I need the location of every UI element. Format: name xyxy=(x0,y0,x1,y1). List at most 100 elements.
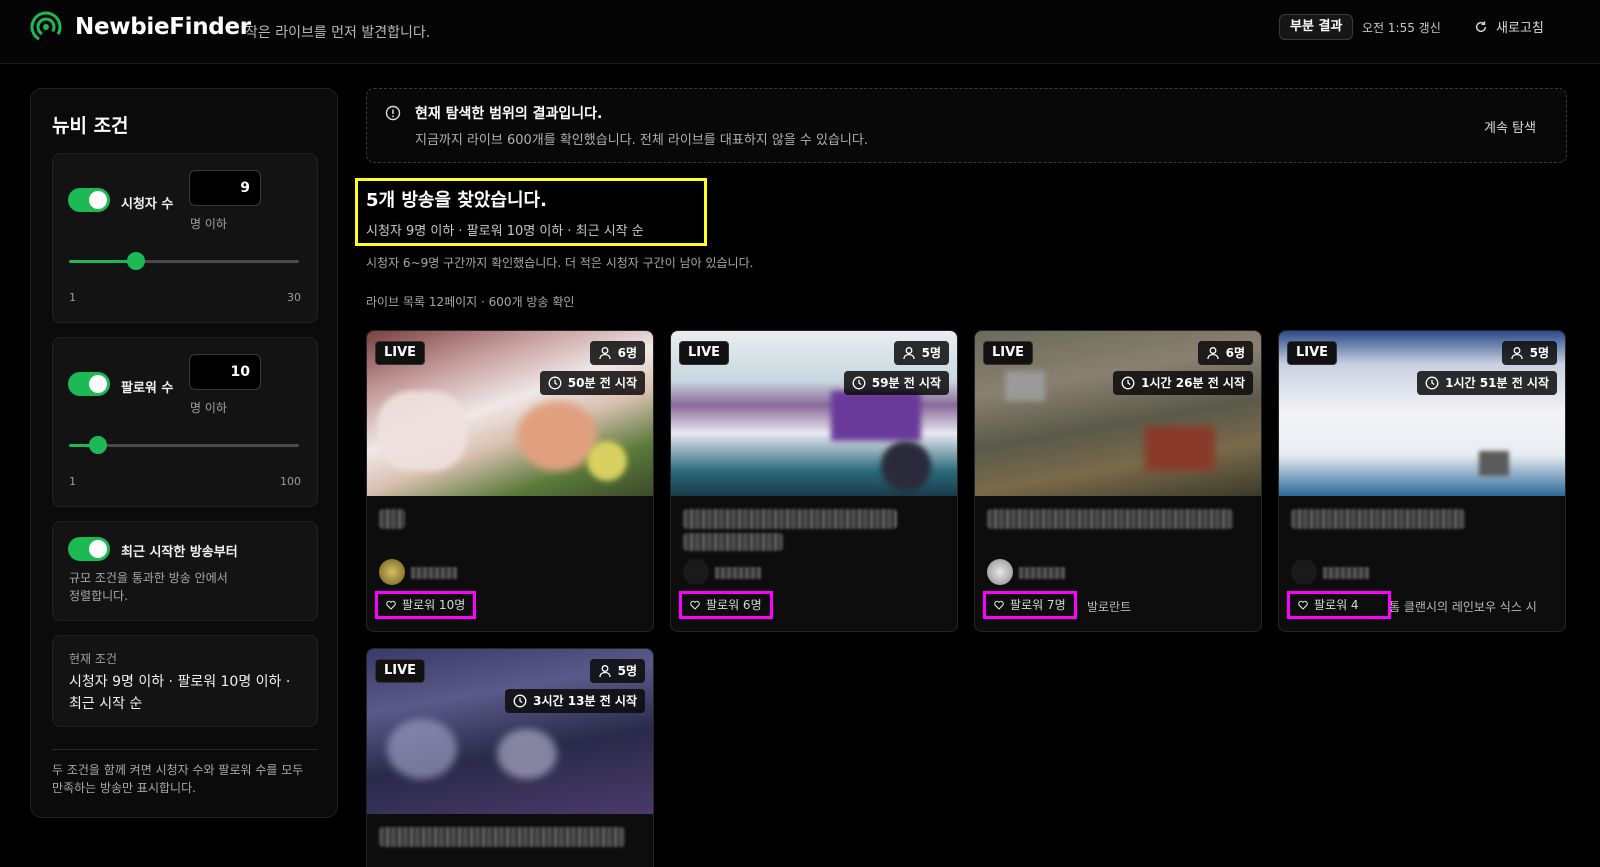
partial-results-notice: 현재 탐색한 범위의 결과입니다. 지금까지 라이브 600개를 확인했습니다.… xyxy=(366,88,1567,163)
followers-max-label: 100 xyxy=(280,475,301,488)
sidebar-footnote: 두 조건을 함께 켜면 시청자 수와 팔로워 수를 모두 만족하는 방송만 표시… xyxy=(52,763,304,795)
start-time-text: 59분 전 시작 xyxy=(871,376,941,390)
followers-unit: 명 이하 xyxy=(190,401,227,415)
channel-name-blurred[interactable] xyxy=(715,567,761,579)
viewers-slider-thumb[interactable] xyxy=(127,252,145,270)
continue-search-button[interactable]: 계속 탐색 xyxy=(1484,117,1536,136)
notice-desc: 지금까지 라이브 600개를 확인했습니다. 전체 라이브를 대표하지 않을 수… xyxy=(415,133,868,148)
person-icon xyxy=(1206,347,1219,360)
sidebar-title: 뉴비 조건 xyxy=(52,115,129,137)
stream-card[interactable]: LIVE 5명 1시간 51분 전 시작 팔로워 4 톰 클랜시의 레인보우 식… xyxy=(1278,330,1566,632)
start-time-text: 3시간 13분 전 시작 xyxy=(533,694,637,708)
viewers-slider[interactable] xyxy=(69,252,299,270)
start-time: 3시간 13분 전 시작 xyxy=(505,689,645,713)
viewer-count: 5명 xyxy=(589,659,645,683)
viewer-count: 5명 xyxy=(893,341,949,365)
follower-count-text: 팔로워 10명 xyxy=(402,598,466,612)
viewers-filter-panel: 시청자 수 9 명 이하 1 30 xyxy=(52,153,318,323)
viewer-count-text: 5명 xyxy=(617,664,637,678)
follower-count-text: 팔로워 7명 xyxy=(1010,598,1066,612)
start-time: 1시간 26분 전 시작 xyxy=(1113,371,1253,395)
followers-slider-thumb[interactable] xyxy=(89,436,107,454)
notice-title: 현재 탐색한 범위의 결과입니다. xyxy=(415,106,603,122)
avatar[interactable] xyxy=(987,559,1013,585)
viewers-min-label: 1 xyxy=(69,291,76,304)
start-time-text: 1시간 26분 전 시작 xyxy=(1141,376,1245,390)
viewers-unit: 명 이하 xyxy=(190,217,227,231)
current-conditions-panel: 현재 조건 시청자 9명 이하 · 팔로워 10명 이하 · 최근 시작 순 xyxy=(52,635,318,727)
heart-icon xyxy=(386,600,396,610)
stream-card[interactable]: LIVE 6명 1시간 26분 전 시작 팔로워 7명 발로란트 xyxy=(974,330,1262,632)
follower-count-tag: 팔로워 7명 xyxy=(983,591,1077,619)
channel-name-blurred[interactable] xyxy=(411,567,457,579)
start-time: 1시간 51분 전 시작 xyxy=(1417,371,1557,395)
heart-icon xyxy=(1298,600,1308,610)
clock-icon xyxy=(1121,376,1135,390)
results-pages: 라이브 목록 12페이지 · 600개 방송 확인 xyxy=(366,295,575,309)
viewer-count-text: 6명 xyxy=(1225,346,1245,360)
app-title: NewbieFinder xyxy=(75,14,251,40)
followers-toggle[interactable] xyxy=(68,372,110,396)
viewers-max-input[interactable]: 9 xyxy=(189,170,261,206)
stream-title-blurred[interactable] xyxy=(379,827,625,847)
viewer-count-text: 5명 xyxy=(921,346,941,360)
stream-card[interactable]: LIVE 5명 59분 전 시작 팔로워 6명 xyxy=(670,330,958,632)
stream-title-blurred[interactable] xyxy=(683,509,897,529)
stream-title-blurred[interactable] xyxy=(987,509,1233,529)
stream-card[interactable]: LIVE 5명 3시간 13분 전 시작 xyxy=(366,648,654,867)
viewer-count: 5명 xyxy=(1501,341,1557,365)
current-conditions-text: 시청자 9명 이하 · 팔로워 10명 이하 · 최근 시작 순 xyxy=(69,674,291,712)
heart-icon xyxy=(994,600,1004,610)
clock-icon xyxy=(852,376,866,390)
viewers-label: 시청자 수 xyxy=(121,197,174,212)
results-title: 5개 방송을 찾았습니다. xyxy=(366,190,547,211)
app-tagline: 작은 라이브를 먼저 발견합니다. xyxy=(245,25,431,41)
followers-max-input[interactable]: 10 xyxy=(189,354,261,390)
radar-logo-icon xyxy=(30,11,62,43)
stream-title-blurred[interactable] xyxy=(379,509,405,529)
followers-slider[interactable] xyxy=(69,436,299,454)
refresh-label: 새로고침 xyxy=(1496,21,1544,36)
live-badge: LIVE xyxy=(1287,341,1338,365)
start-time: 50분 전 시작 xyxy=(539,371,645,395)
info-icon xyxy=(385,105,401,121)
avatar[interactable] xyxy=(683,559,709,585)
app-header: NewbieFinder 작은 라이브를 먼저 발견합니다. 부분 결과 오전 … xyxy=(0,0,1600,64)
person-icon xyxy=(1510,347,1523,360)
avatar[interactable] xyxy=(1291,559,1317,585)
filter-sidebar: 뉴비 조건 시청자 수 9 명 이하 1 30 팔로워 수 10 명 이하 1 … xyxy=(30,88,338,818)
live-badge: LIVE xyxy=(375,341,426,365)
viewers-toggle[interactable] xyxy=(68,188,110,212)
avatar[interactable] xyxy=(379,559,405,585)
recent-sort-label: 최근 시작한 방송부터 xyxy=(121,545,238,560)
clock-icon xyxy=(548,376,562,390)
channel-name-blurred[interactable] xyxy=(1323,567,1369,579)
followers-filter-panel: 팔로워 수 10 명 이하 1 100 xyxy=(52,337,318,507)
refresh-icon xyxy=(1475,20,1487,32)
stream-category[interactable]: 톰 클랜시의 레인보우 식스 시 xyxy=(1389,598,1559,615)
results-note: 시청자 6~9명 구간까지 확인했습니다. 더 적은 시청자 구간이 남아 있습… xyxy=(366,256,754,270)
recent-sort-toggle[interactable] xyxy=(68,537,110,561)
updated-time: 오전 1:55 갱신 xyxy=(1362,21,1441,35)
stream-title-blurred[interactable] xyxy=(1291,509,1465,529)
stream-card[interactable]: LIVE 6명 50분 전 시작 팔로워 10명 xyxy=(366,330,654,632)
stream-title-blurred-line2[interactable] xyxy=(683,533,783,551)
channel-name-blurred[interactable] xyxy=(1019,567,1065,579)
recent-sort-desc-line1: 규모 조건을 통과한 방송 안에서 xyxy=(69,571,228,585)
sidebar-divider xyxy=(52,749,318,750)
heart-icon xyxy=(690,600,700,610)
refresh-button[interactable]: 새로고침 xyxy=(1474,17,1544,36)
start-time-text: 50분 전 시작 xyxy=(567,376,637,390)
follower-count-tag: 팔로워 10명 xyxy=(375,591,477,619)
clock-icon xyxy=(1425,376,1439,390)
person-icon xyxy=(902,347,915,360)
start-time: 59분 전 시작 xyxy=(843,371,949,395)
partial-result-badge: 부분 결과 xyxy=(1279,14,1354,40)
viewer-count-text: 6명 xyxy=(617,346,637,360)
stream-category[interactable]: 발로란트 xyxy=(1087,598,1131,615)
clock-icon xyxy=(513,694,527,708)
start-time-text: 1시간 51분 전 시작 xyxy=(1445,376,1549,390)
viewer-count-text: 5명 xyxy=(1529,346,1549,360)
live-badge: LIVE xyxy=(375,659,426,683)
results-subtitle: 시청자 9명 이하 · 팔로워 10명 이하 · 최근 시작 순 xyxy=(366,224,644,239)
